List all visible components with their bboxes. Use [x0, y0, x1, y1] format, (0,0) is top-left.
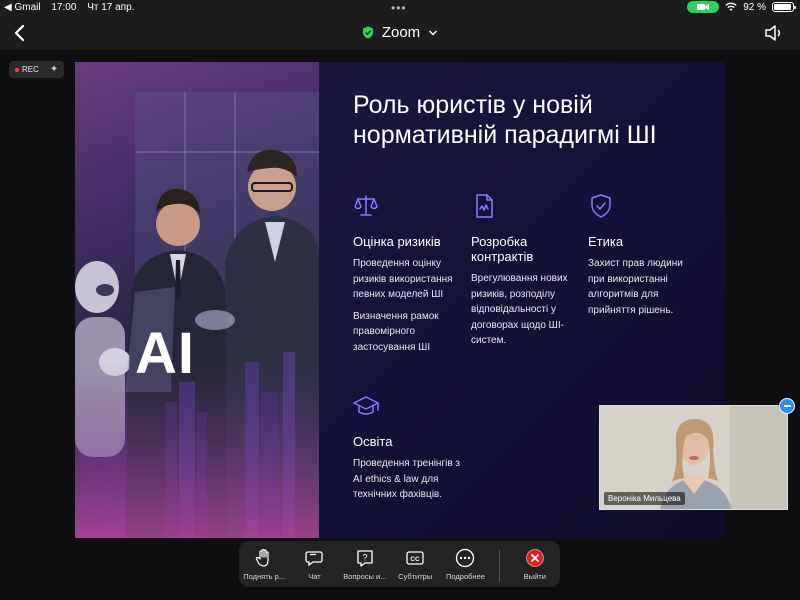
graduation-cap-icon: [353, 396, 379, 415]
participant-video-tile[interactable]: Вероніка Мильцева: [599, 405, 788, 510]
toolbar-label: Подробнее: [446, 572, 485, 581]
scales-icon: [354, 195, 378, 216]
leave-label: Выйти: [523, 572, 546, 581]
status-bar: ◀ Gmail 17:00 Чт 17 апр. ••• 92 %: [0, 0, 800, 16]
wifi-icon: [725, 2, 737, 11]
encryption-shield-icon: [362, 26, 373, 39]
meeting-toolbar: Поднять р... Чат ? Вопросы и... CC Субти…: [239, 541, 560, 587]
block-heading: Освіта: [353, 434, 393, 449]
svg-text:CC: CC: [410, 556, 420, 563]
cc-icon: CC: [406, 551, 424, 565]
minimize-video-button[interactable]: [779, 398, 795, 414]
meeting-title: Zoom: [381, 24, 421, 41]
toolbar-label: Поднять р...: [243, 572, 286, 581]
toolbar-label: Чат: [308, 572, 321, 581]
recording-indicator[interactable]: REC ✦: [9, 61, 64, 78]
block-text: Проведення тренінгів з AI ethics & law д…: [353, 458, 461, 500]
camera-in-use-icon: [687, 1, 720, 13]
meeting-title-dropdown[interactable]: Zoom: [362, 24, 438, 41]
toolbar-label: Субтитры: [398, 572, 433, 581]
meeting-header: Zoom: [0, 16, 800, 50]
block-text: Визначення рамок правомірного застосуван…: [353, 310, 439, 353]
status-time: 17:00: [51, 2, 77, 13]
block-heading: Розробка контрактів: [471, 234, 534, 264]
slide-hero-image: AI: [75, 62, 319, 538]
business-people-illustration: [75, 92, 319, 538]
status-date: Чт 17 апр.: [87, 2, 135, 13]
minus-icon: [783, 405, 791, 407]
shield-check-icon: [591, 194, 611, 218]
block-heading: Оцінка ризиків: [353, 234, 441, 249]
chevron-down-icon: [429, 29, 438, 36]
leave-x-icon: [525, 549, 544, 567]
ethics-block: Етика Захист прав людини при використанн…: [588, 193, 698, 324]
svg-text:?: ?: [362, 553, 367, 563]
chat-icon: [305, 551, 324, 567]
recording-dot-icon: [15, 67, 19, 72]
chat-button[interactable]: Чат: [289, 548, 339, 581]
toolbar-divider: [498, 550, 500, 582]
question-icon: ?: [357, 550, 373, 567]
more-button[interactable]: Подробнее: [440, 548, 490, 581]
more-icon: [456, 548, 475, 568]
multitasking-dots-icon[interactable]: •••: [391, 1, 407, 15]
risk-assessment-block: Оцінка ризиків Проведення оцінку ризиків…: [353, 193, 463, 361]
leave-button[interactable]: Выйти: [510, 548, 560, 581]
battery-percent: 92 %: [743, 1, 766, 13]
battery-icon: [772, 2, 796, 12]
qa-button[interactable]: ? Вопросы и...: [340, 548, 390, 581]
raise-hand-icon: [255, 548, 269, 567]
speaker-icon[interactable]: [764, 24, 784, 42]
document-icon: [476, 194, 493, 218]
raise-hand-button[interactable]: Поднять р...: [239, 548, 289, 581]
recording-label: REC: [22, 65, 39, 74]
block-text: Врегулювання нових ризиків, розподілу ві…: [471, 273, 568, 346]
education-block: Освіта Проведення тренінгів з AI ethics …: [353, 393, 463, 509]
ai-companion-sparkle-icon: ✦: [49, 64, 59, 75]
toolbar-label: Вопросы и...: [343, 572, 387, 581]
slide-title: Роль юристів у новій нормативній парадиг…: [353, 91, 657, 149]
zoom-window: ◀ Gmail 17:00 Чт 17 апр. ••• 92 % Zoom R…: [0, 0, 800, 600]
contract-drafting-block: Розробка контрактів Врегулювання нових р…: [471, 193, 581, 355]
back-to-gmail-link[interactable]: ◀ Gmail: [4, 2, 41, 13]
block-text: Проведення оцінку ризиків використання п…: [353, 258, 453, 300]
ai-overlay-text: AI: [135, 321, 195, 386]
captions-button[interactable]: CC Субтитры: [390, 548, 440, 581]
block-text: Захист прав людини при використанні алго…: [588, 258, 683, 316]
participant-name: Вероніка Мильцева: [604, 492, 685, 505]
block-heading: Етика: [588, 234, 624, 249]
